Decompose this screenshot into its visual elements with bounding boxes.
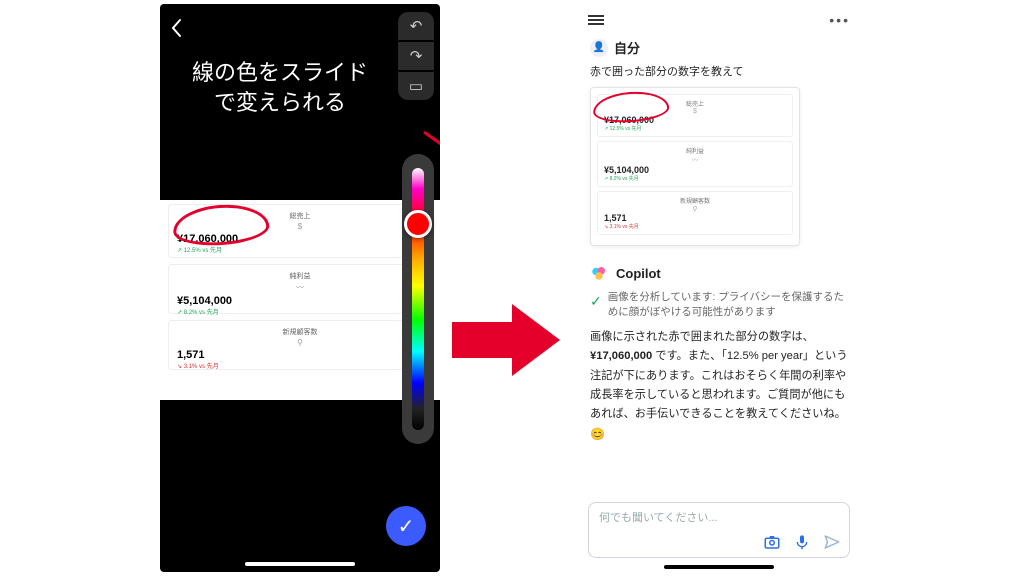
crop-button[interactable]: ▭	[398, 72, 434, 100]
metric-label: 純利益	[177, 271, 423, 281]
metric-value: 1,571	[177, 349, 423, 361]
edited-image: 総売上 $ ¥17,060,000 ↗ 12.5% vs 先月 純利益 〰 ¥5…	[160, 200, 440, 400]
metric-label: 純利益	[604, 146, 786, 155]
metric-card-profit: 純利益 〰 ¥5,104,000 ↗ 8.2% vs 先月	[597, 141, 793, 187]
assistant-answer: 画像に示された赤で囲まれた部分の数字は、 ¥17,060,000 です。また、「…	[590, 328, 848, 444]
checkmark-icon: ✓	[590, 291, 602, 320]
people-icon: ⚲	[177, 338, 423, 347]
metric-label: 新規顧客数	[604, 196, 786, 205]
attached-image[interactable]: 総売上 $ ¥17,060,000 ↗ 12.5% vs 先月 純利益 〰 ¥5…	[590, 87, 800, 246]
send-icon[interactable]	[823, 533, 841, 551]
chat-phone: ••• 👤 自分 赤で囲った部分の数字を教えて 総売上 $ ¥17,060,00…	[576, 4, 862, 572]
metric-trend: ↗ 12.5% vs 先月	[177, 245, 423, 254]
editor-phone: ↶ ↷ ▭ 線の色をスライド で変えられる 総売上 $ ¥17,060,000 …	[160, 4, 440, 572]
home-indicator	[664, 565, 774, 569]
metric-card-customers: 新規顧客数 ⚲ 1,571 ↘ 3.1% vs 先月	[168, 320, 432, 370]
metric-label: 新規顧客数	[177, 327, 423, 337]
metric-label: 総売上	[177, 211, 423, 221]
color-slider-track	[412, 168, 424, 430]
chart-icon: 〰	[604, 155, 786, 165]
undo-button[interactable]: ↶	[398, 12, 434, 40]
chart-icon: 〰	[177, 282, 423, 293]
people-icon: ⚲	[604, 205, 786, 213]
metric-value: 1,571	[604, 213, 786, 223]
more-icon[interactable]: •••	[829, 12, 850, 28]
annotation-headline: 線の色をスライド で変えられる	[160, 58, 400, 117]
confirm-button[interactable]: ✓	[386, 506, 426, 546]
camera-icon[interactable]	[763, 533, 781, 551]
home-indicator	[245, 562, 355, 566]
menu-icon[interactable]	[588, 13, 604, 27]
chat-input[interactable]: 何でも聞いてください...	[588, 502, 850, 558]
metric-trend: ↗ 12.5% vs 先月	[604, 125, 786, 132]
mic-icon[interactable]	[793, 533, 811, 551]
headline-line1: 線の色をスライド	[160, 58, 400, 88]
smile-emoji-icon: 😊	[590, 427, 605, 441]
user-message: 赤で囲った部分の数字を教えて	[590, 63, 848, 79]
analysis-note: 画像を分析しています: プライバシーを保護するために顔がぼやける可能性があります	[608, 290, 848, 320]
metric-trend: ↘ 3.1% vs 先月	[604, 223, 786, 230]
answer-value: ¥17,060,000	[590, 350, 652, 362]
metric-value: ¥17,060,000	[177, 233, 423, 245]
metric-card-sales: 総売上 $ ¥17,060,000 ↗ 12.5% vs 先月	[168, 204, 432, 258]
redo-button[interactable]: ↷	[398, 42, 434, 70]
assistant-name: Copilot	[616, 266, 661, 281]
metric-value: ¥5,104,000	[177, 295, 423, 307]
metric-value: ¥5,104,000	[604, 165, 786, 175]
metric-trend: ↘ 3.1% vs 先月	[177, 361, 423, 370]
metric-card-customers: 新規顧客数 ⚲ 1,571 ↘ 3.1% vs 先月	[597, 191, 793, 235]
flow-arrow-icon	[452, 300, 562, 380]
user-name: 自分	[614, 38, 640, 57]
metric-card-profit: 純利益 〰 ¥5,104,000 ↗ 8.2% vs 先月	[168, 264, 432, 314]
color-slider-thumb[interactable]	[404, 210, 432, 238]
metric-trend: ↗ 8.2% vs 先月	[604, 175, 786, 182]
back-icon[interactable]	[170, 18, 184, 44]
headline-line2: で変えられる	[160, 88, 400, 118]
chat-input-placeholder: 何でも聞いてください...	[599, 509, 841, 525]
user-avatar-icon: 👤	[590, 39, 608, 57]
copilot-logo-icon	[590, 264, 608, 282]
answer-part1: 画像に示された赤で囲まれた部分の数字は、	[590, 331, 814, 343]
dollar-icon: $	[177, 222, 423, 231]
color-slider[interactable]	[402, 154, 434, 444]
metric-trend: ↗ 8.2% vs 先月	[177, 307, 423, 316]
